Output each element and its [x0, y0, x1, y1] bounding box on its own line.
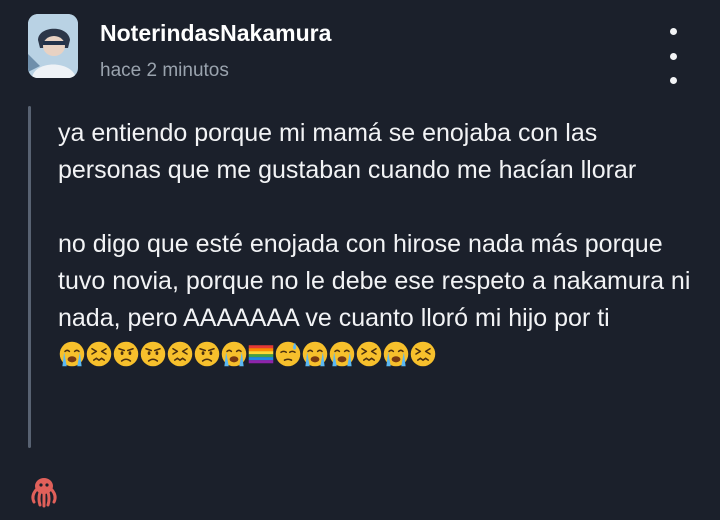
quote-bar: [28, 106, 31, 448]
loudly-crying-face-icon: [59, 341, 85, 367]
loudly-crying-face-icon: [302, 341, 328, 367]
persevering-face-icon: [356, 341, 382, 367]
more-vertical-icon[interactable]: [661, 28, 685, 84]
username[interactable]: NoterindasNakamura: [100, 20, 331, 47]
timestamp: hace 2 minutos: [100, 60, 229, 81]
angry-face-icon: [194, 341, 220, 367]
paragraph-2: no digo que esté enojada con hirose nada…: [58, 226, 698, 374]
downcast-face-with-sweat-icon: [275, 341, 301, 367]
persevering-face-icon: [167, 341, 193, 367]
octopus-icon[interactable]: [27, 474, 61, 508]
paragraph-2-text: no digo que esté enojada con hirose nada…: [58, 230, 691, 332]
persevering-face-icon: [410, 341, 436, 367]
loudly-crying-face-icon: [329, 341, 355, 367]
loudly-crying-face-icon: [383, 341, 409, 367]
loudly-crying-face-icon: [221, 341, 247, 367]
angry-face-icon: [113, 341, 139, 367]
post-header: NoterindasNakamura hace 2 minutos: [28, 14, 720, 84]
persevering-face-icon: [86, 341, 112, 367]
post-body: ya entiendo porque mi mamá se enojaba co…: [58, 115, 698, 374]
avatar[interactable]: [28, 14, 78, 78]
paragraph-1: ya entiendo porque mi mamá se enojaba co…: [58, 119, 637, 184]
angry-face-icon: [140, 341, 166, 367]
rainbow-flag-icon: [248, 345, 274, 364]
emoji-sequence: [58, 341, 436, 369]
